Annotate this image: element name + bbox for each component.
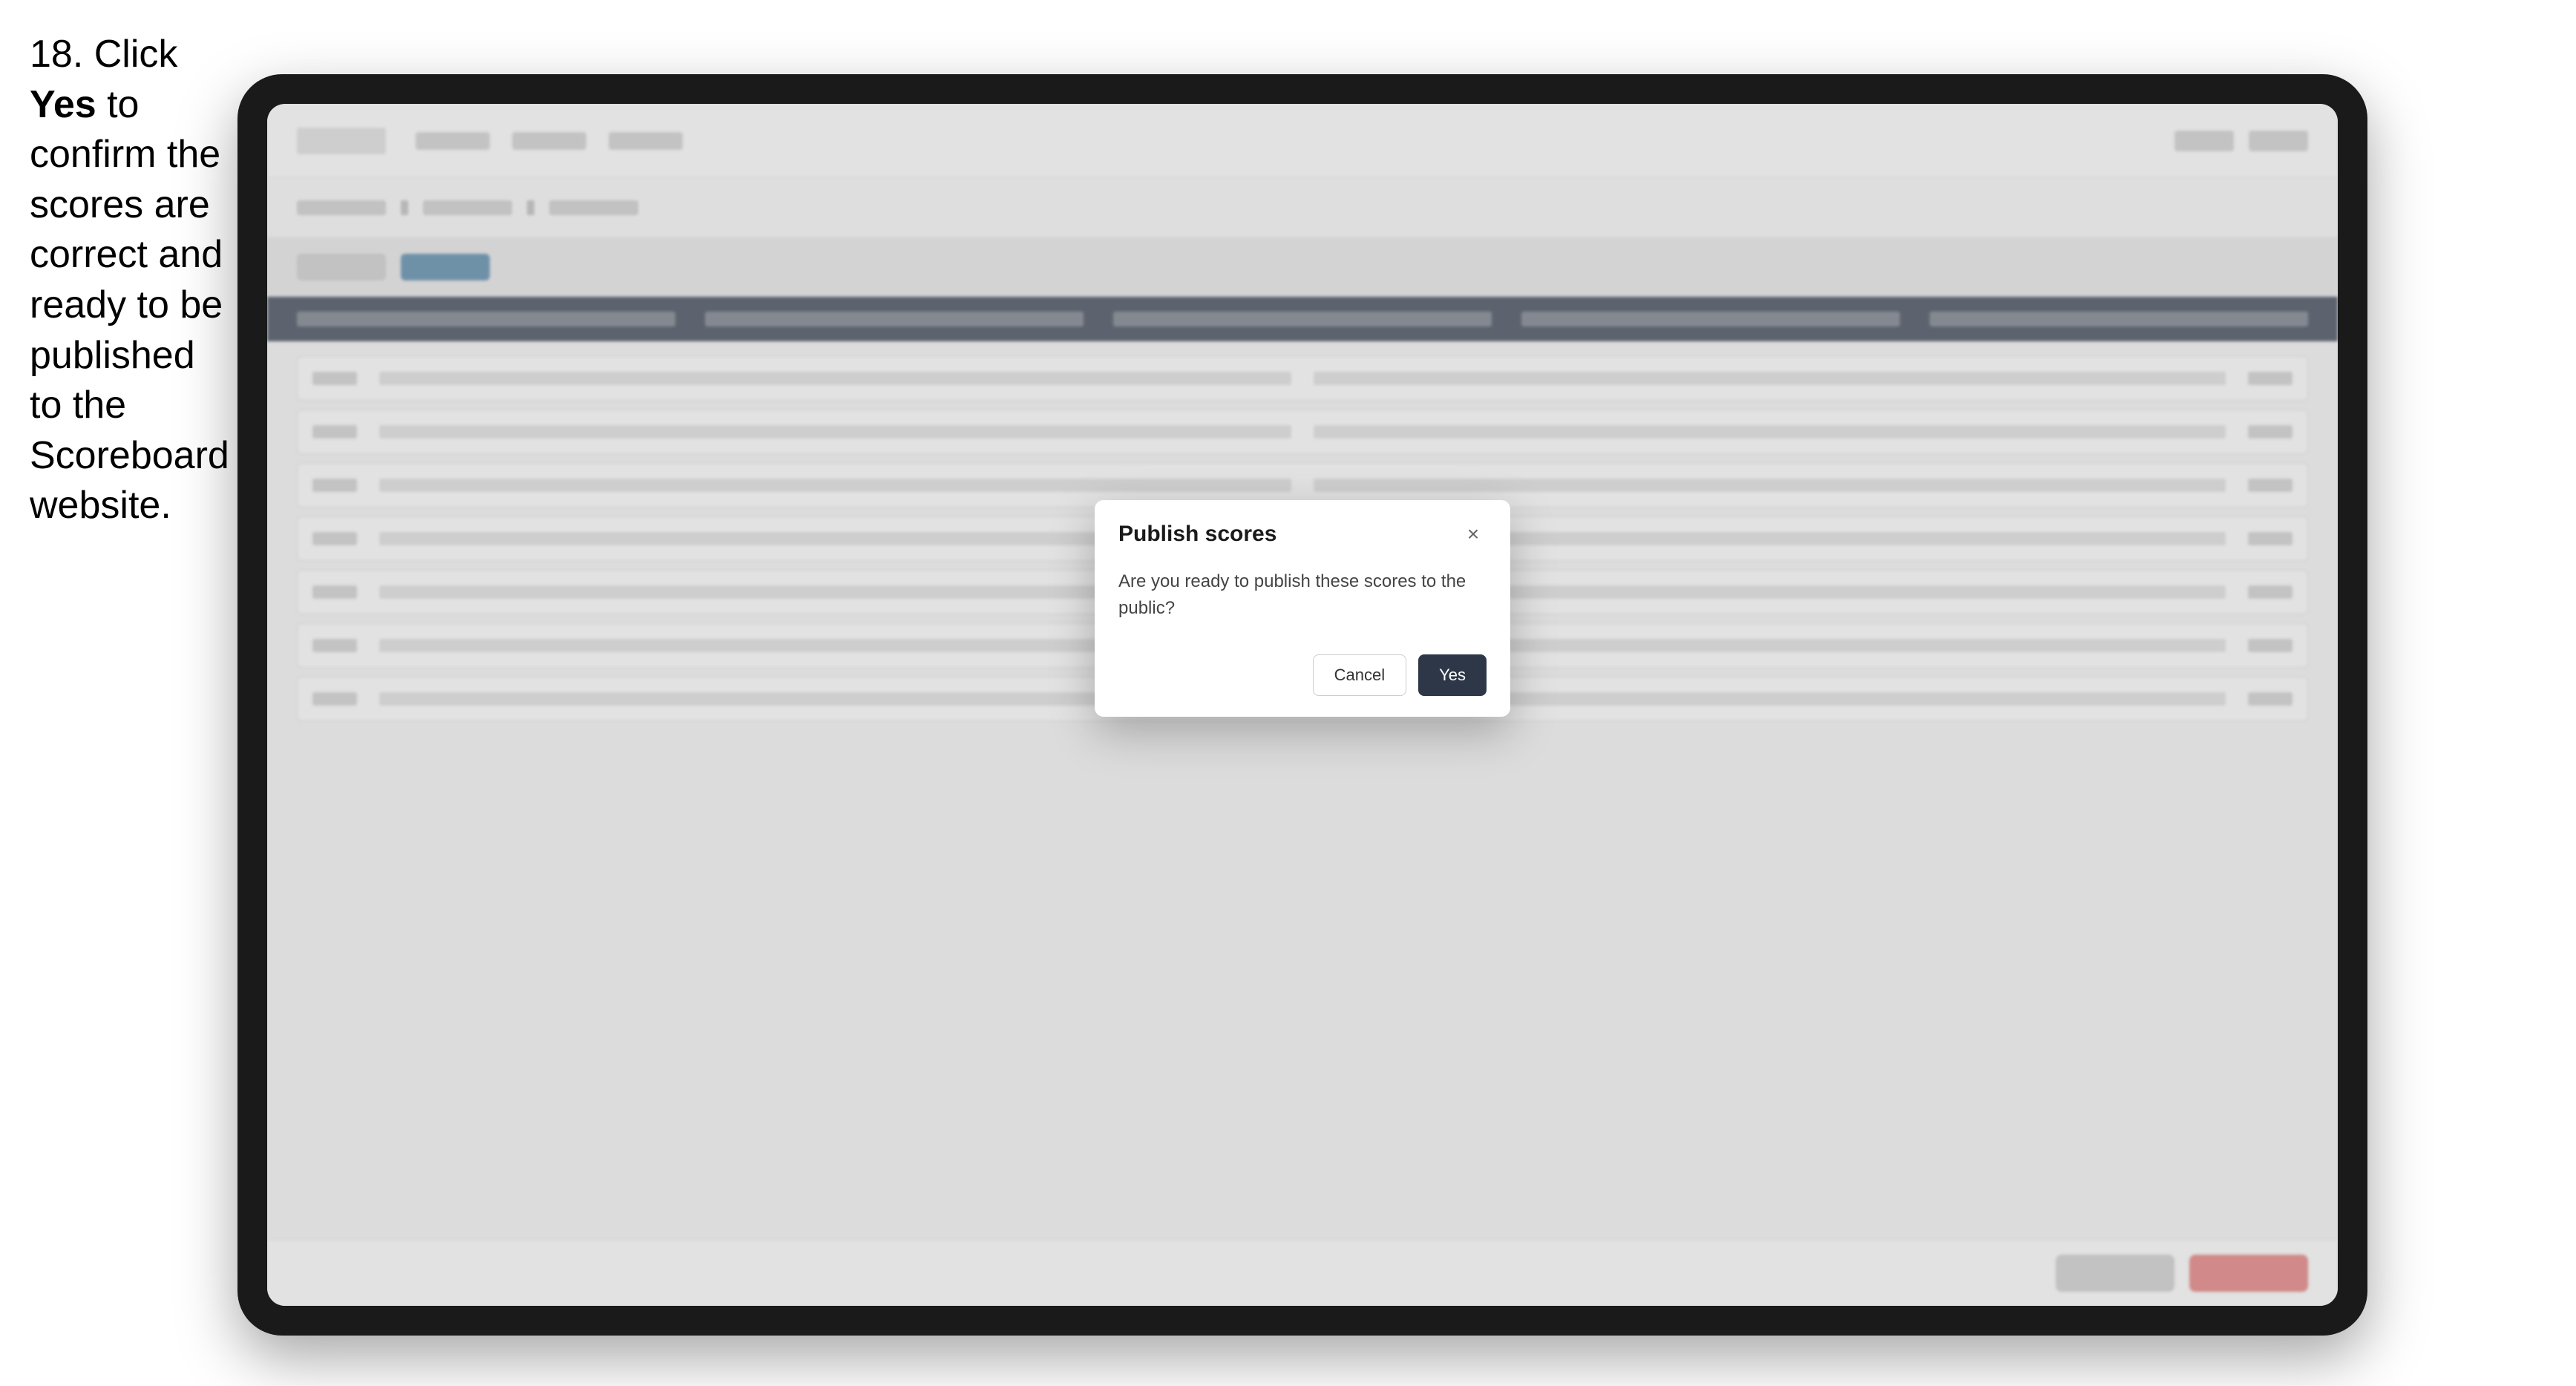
modal-overlay: Publish scores × Are you ready to publis… xyxy=(267,104,2338,1306)
modal-body: Are you ready to publish these scores to… xyxy=(1095,562,1510,643)
modal-close-button[interactable]: × xyxy=(1460,521,1487,548)
instruction-intro: Click xyxy=(94,33,178,76)
tablet-device: Publish scores × Are you ready to publis… xyxy=(237,74,2367,1336)
publish-scores-modal: Publish scores × Are you ready to publis… xyxy=(1095,500,1510,717)
instruction-text: 18. Click Yes to confirm the scores are … xyxy=(30,30,237,531)
modal-footer: Cancel Yes xyxy=(1095,643,1510,717)
modal-message: Are you ready to publish these scores to… xyxy=(1118,568,1487,622)
tablet-screen: Publish scores × Are you ready to publis… xyxy=(267,104,2338,1306)
instruction-body: to confirm the scores are correct and re… xyxy=(30,83,229,528)
cancel-button[interactable]: Cancel xyxy=(1313,654,1406,696)
step-number: 18. xyxy=(30,33,83,76)
instruction-bold: Yes xyxy=(30,83,96,126)
yes-button[interactable]: Yes xyxy=(1418,654,1487,696)
modal-header: Publish scores × xyxy=(1095,500,1510,562)
modal-title: Publish scores xyxy=(1118,522,1276,547)
